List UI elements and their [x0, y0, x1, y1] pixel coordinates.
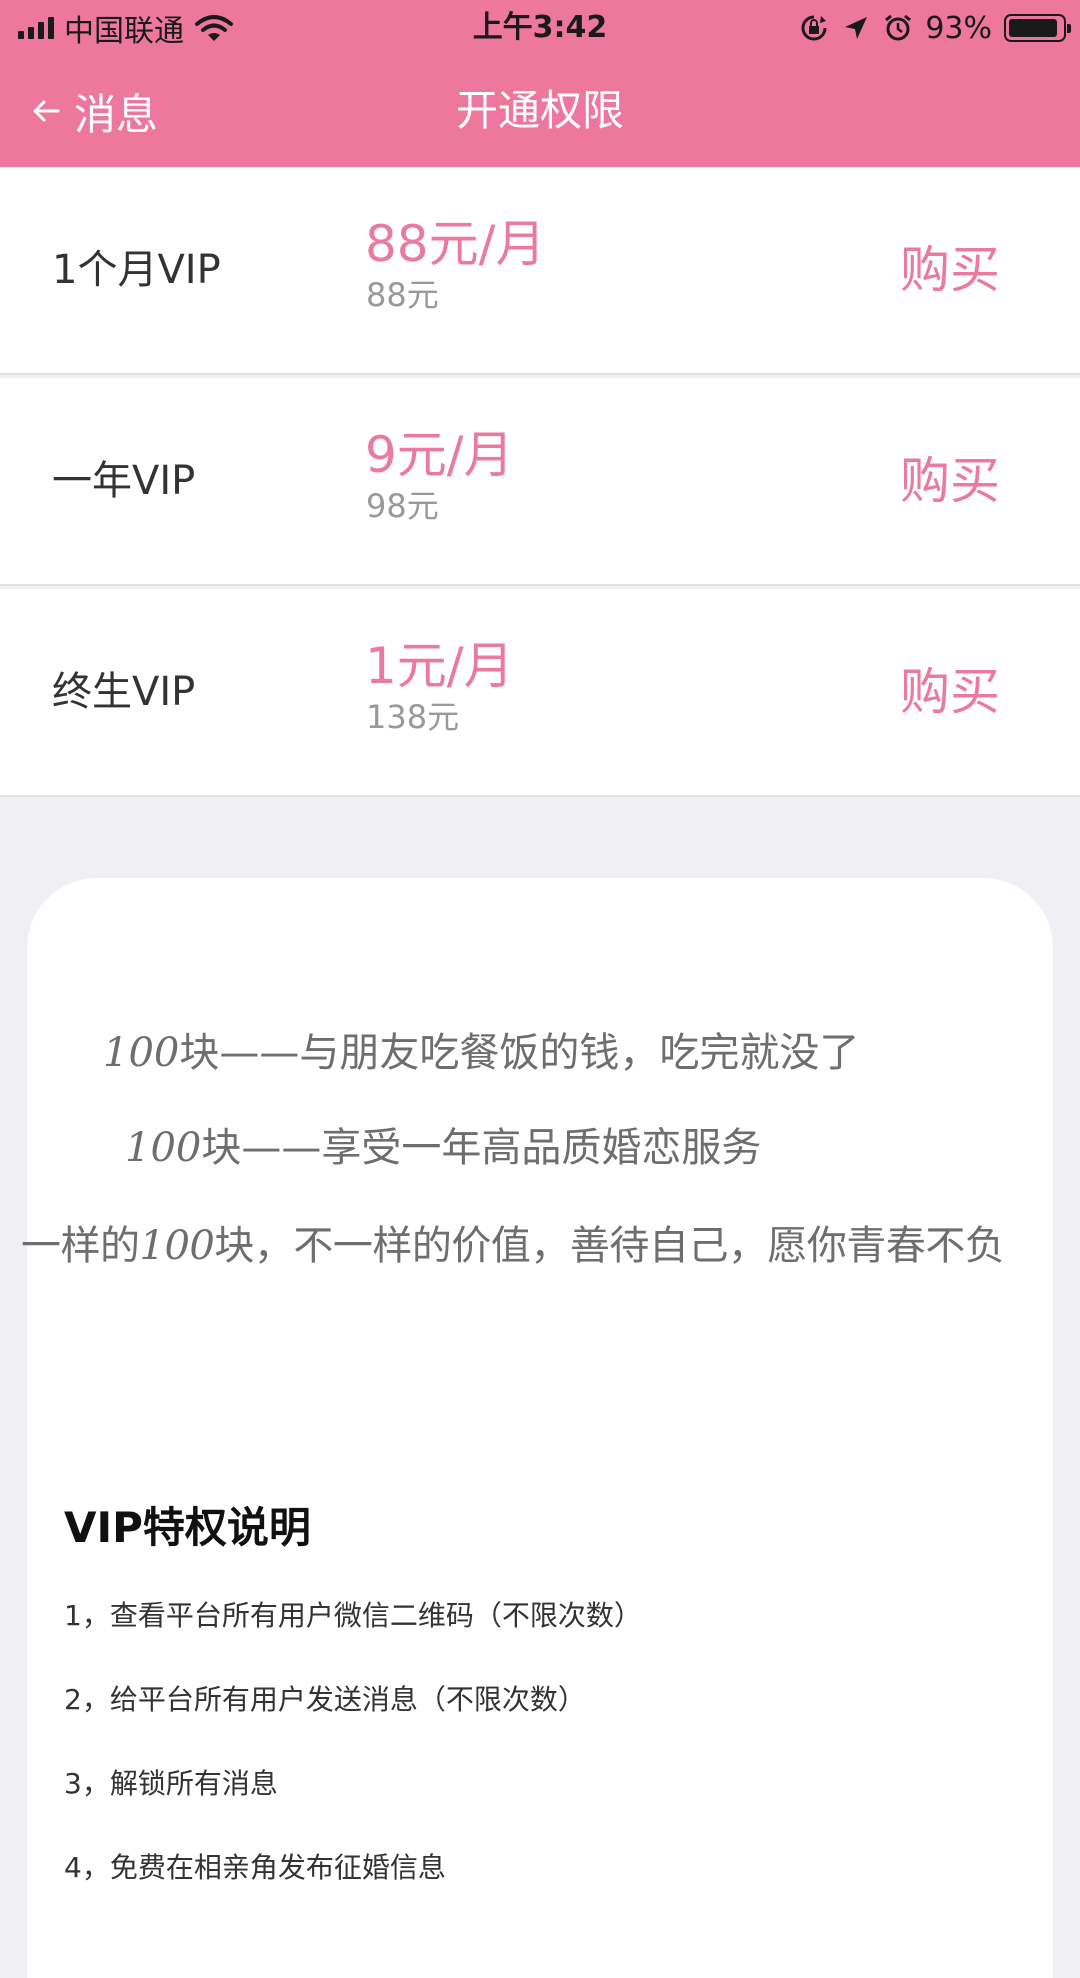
alarm-icon — [885, 14, 912, 41]
plan-name: 一年VIP — [52, 458, 196, 504]
battery-cap — [1067, 24, 1071, 33]
battery-percent: 93% — [925, 10, 992, 46]
plan-total: 138元 — [366, 698, 460, 736]
privilege-item: 3，解锁所有消息 — [64, 1767, 278, 1800]
privileges-title: VIP特权说明 — [64, 1503, 311, 1552]
plan-name: 1个月VIP — [52, 247, 221, 293]
location-icon — [845, 17, 868, 39]
plan-price: 1元/月 — [365, 637, 514, 695]
plan-price: 9元/月 — [365, 426, 514, 484]
privilege-item: 4，免费在相亲角发布征婚信息 — [64, 1851, 446, 1884]
promo-line-1: 100块——与朋友吃餐饭的钱，吃完就没了 — [27, 1020, 1053, 1078]
plan-total: 98元 — [366, 487, 439, 525]
promo-number: 100 — [103, 1030, 180, 1076]
buy-button[interactable]: 购买 — [900, 589, 1000, 795]
battery-fill — [1009, 19, 1057, 37]
promo-number: 100 — [139, 1223, 215, 1269]
page-title: 开通权限 — [455, 86, 624, 135]
status-bar: 中国联通 上午3:42 93% — [0, 0, 1080, 55]
orientation-lock-icon — [801, 15, 827, 41]
promo-text: 块，不一样的价值，善待自己，愿你青春不负 — [214, 1223, 1005, 1269]
battery-icon — [1004, 14, 1071, 42]
privilege-item: 1，查看平台所有用户微信二维码（不限次数） — [64, 1599, 642, 1632]
status-bar-right: 93% — [799, 8, 1071, 48]
promo-text: 一样的 — [21, 1223, 140, 1269]
plan-row-lifetime: 终生VIP 1元/月 138元 购买 — [0, 589, 1080, 797]
promo-number: 100 — [125, 1125, 202, 1171]
nav-bar: 消息 开通权限 — [0, 55, 1080, 167]
promo-line-2: 100块——享受一年高品质婚恋服务 — [27, 1115, 1053, 1173]
plan-name: 终生VIP — [52, 669, 196, 715]
plan-row-1-year: 一年VIP 9元/月 98元 购买 — [0, 378, 1080, 586]
buy-button[interactable]: 购买 — [900, 378, 1000, 584]
plan-row-1-month: 1个月VIP 88元/月 88元 购买 — [0, 167, 1080, 375]
plan-price: 88元/月 — [365, 215, 546, 273]
promo-line-3: 一样的100块，不一样的价值，善待自己，愿你青春不负 — [21, 1213, 1047, 1271]
buy-button[interactable]: 购买 — [900, 167, 1000, 373]
promo-text: 块——享受一年高品质婚恋服务 — [201, 1125, 762, 1171]
promo-text: 块——与朋友吃餐饭的钱，吃完就没了 — [179, 1030, 860, 1076]
vip-info-card: 100块——与朋友吃餐饭的钱，吃完就没了 100块——享受一年高品质婚恋服务 一… — [21, 878, 1053, 1978]
privilege-item: 2，给平台所有用户发送消息（不限次数） — [64, 1683, 586, 1716]
plan-total: 88元 — [366, 276, 439, 314]
